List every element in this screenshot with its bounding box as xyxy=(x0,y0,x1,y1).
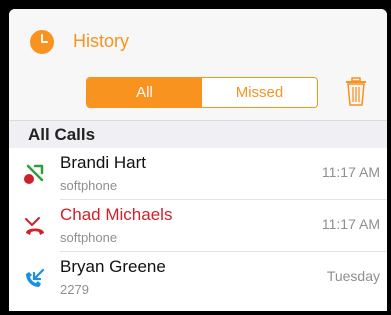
call-time: 11:17 AM xyxy=(321,216,380,232)
page-title: History xyxy=(73,31,130,51)
caller-name: Brandi Hart xyxy=(60,153,146,172)
call-time: 11:17 AM xyxy=(321,164,380,180)
history-screen: History All Missed All Calls Brandi Hart… xyxy=(9,9,387,311)
call-row[interactable]: Brandi Hart softphone 11:17 AM xyxy=(9,148,387,200)
caller-subtitle: softphone xyxy=(60,178,118,193)
history-header: History All Missed xyxy=(9,9,387,120)
caller-subtitle: softphone xyxy=(60,230,118,245)
caller-name: Chad Michaels xyxy=(60,205,173,224)
call-filter-segmented-control: All Missed xyxy=(86,77,318,108)
filter-all-tab[interactable]: All xyxy=(87,78,202,107)
incoming-call-icon xyxy=(23,266,47,290)
caller-name: Bryan Greene xyxy=(60,257,166,276)
section-header: All Calls xyxy=(9,120,387,148)
call-time: Tuesday xyxy=(326,268,380,284)
trash-icon[interactable] xyxy=(344,77,368,107)
call-answered-icon xyxy=(23,162,47,186)
filter-missed-tab[interactable]: Missed xyxy=(202,78,317,107)
clock-icon xyxy=(29,29,55,55)
caller-subtitle: 2279 xyxy=(60,282,89,297)
call-row[interactable]: Chad Michaels softphone 11:17 AM xyxy=(9,200,387,252)
section-title: All Calls xyxy=(28,125,96,144)
call-row[interactable]: Bryan Greene 2279 Tuesday xyxy=(9,252,387,304)
missed-call-icon xyxy=(23,214,47,238)
